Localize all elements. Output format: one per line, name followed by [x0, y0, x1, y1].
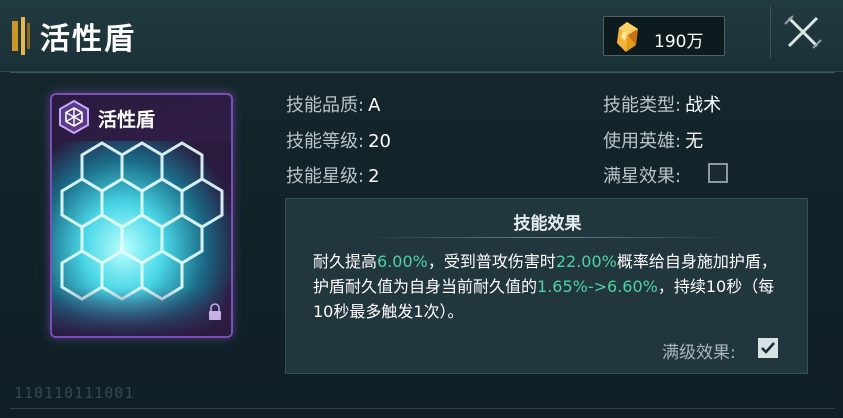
full-star-effect-checkbox[interactable] [708, 163, 728, 183]
skill-level-label: 技能等级: [286, 131, 365, 152]
full-star-effect: 满星效果: [603, 162, 681, 188]
skill-card: 活性盾 [50, 93, 233, 338]
divider [10, 408, 835, 409]
close-icon [783, 15, 822, 49]
currency-display: 190万 [603, 16, 725, 56]
effect-value-highlight: 6.00% [377, 252, 428, 271]
effect-value-highlight: 1.65%->6.60% [537, 277, 658, 296]
max-level-effect-label: 满级效果: [662, 343, 736, 363]
footer-code: 110110111001 [14, 384, 135, 402]
skill-hero-value: 无 [685, 131, 704, 152]
full-star-effect-label: 满星效果: [603, 166, 682, 187]
skill-level: 技能等级: 20 [286, 127, 391, 153]
effect-text-segment: 耐久提高 [313, 252, 378, 271]
close-button[interactable] [770, 6, 834, 58]
divider [366, 237, 729, 238]
skill-star-value: 2 [368, 166, 380, 187]
skill-hero-label: 使用英雄: [603, 131, 682, 152]
header-bar: 活性盾 190万 [0, 0, 843, 72]
skill-type: 技能类型: 战术 [603, 91, 721, 117]
skill-detail-window: 活性盾 190万 活性盾 技能品质: A 技能等级: 20 技能星级: 2 技能… [0, 0, 843, 418]
skill-level-value: 20 [368, 131, 391, 152]
shield-hexagon-icon [59, 99, 89, 135]
max-level-effect-checkbox[interactable] [758, 338, 778, 358]
skill-effect-panel: 技能效果 耐久提高6.00%，受到普攻伤害时22.00%概率给自身施加护盾，护盾… [285, 198, 808, 374]
title-accent-bars [12, 17, 34, 55]
skill-type-label: 技能类型: [603, 95, 682, 116]
divider [10, 72, 835, 73]
skill-effect-title: 技能效果 [513, 214, 582, 234]
skill-star: 技能星级: 2 [286, 162, 380, 188]
skill-hero: 使用英雄: 无 [603, 127, 703, 153]
effect-text-segment: ，受到普攻伤害时 [427, 252, 556, 271]
skill-quality-value: A [368, 95, 381, 116]
skill-quality-label: 技能品质: [286, 95, 365, 116]
skill-type-value: 战术 [685, 95, 722, 116]
lock-icon [209, 303, 221, 320]
page-title: 活性盾 [40, 22, 136, 57]
skill-quality: 技能品质: A [286, 91, 380, 117]
skill-star-label: 技能星级: [286, 166, 365, 187]
checkmark-icon [761, 342, 775, 354]
card-skill-name: 活性盾 [98, 109, 156, 131]
gold-crystal-icon [617, 22, 638, 52]
skill-effect-description: 耐久提高6.00%，受到普攻伤害时22.00%概率给自身施加护盾，护盾耐久值为自… [313, 249, 783, 324]
currency-amount: 190万 [654, 32, 704, 52]
effect-value-highlight: 22.00% [555, 252, 617, 271]
